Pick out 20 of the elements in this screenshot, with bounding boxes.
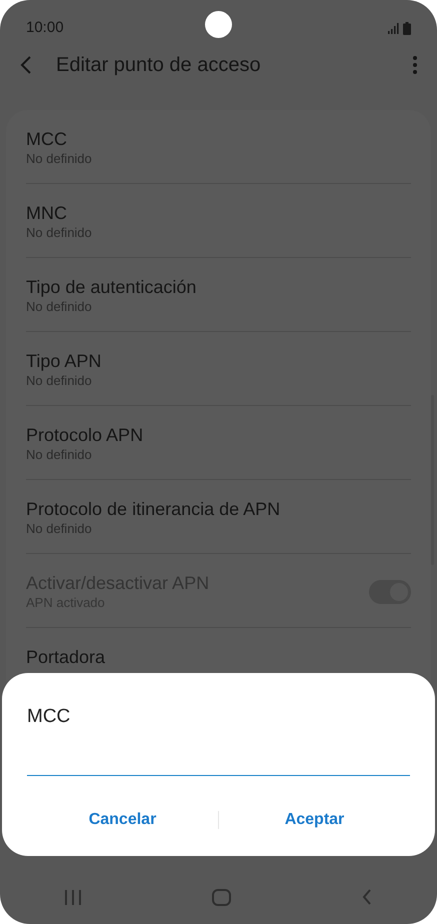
battery-icon: [403, 22, 411, 34]
screen-title: Editar punto de acceso: [56, 53, 261, 78]
home-icon[interactable]: [212, 888, 231, 906]
setting-title: Protocolo de itinerancia de APN: [26, 498, 282, 520]
dialog-title: MCC: [27, 705, 72, 729]
camera-cutout: [205, 11, 232, 38]
more-options-icon[interactable]: [413, 56, 417, 74]
back-icon[interactable]: [362, 889, 372, 905]
setting-title: Protocolo APN: [26, 424, 144, 446]
dialog-button[interactable]: Aceptar: [219, 800, 410, 840]
setting-title: Portadora: [26, 646, 106, 668]
recent-apps-icon[interactable]: [65, 890, 82, 904]
setting-title: MNC: [26, 202, 68, 224]
setting-title: Tipo APN: [26, 350, 102, 372]
dialog-button[interactable]: Cancelar: [27, 800, 218, 840]
status-time: 10:00: [26, 18, 64, 38]
back-icon[interactable]: [20, 55, 32, 75]
setting-title: Tipo de autenticación: [26, 276, 198, 298]
signal-icon: [388, 22, 399, 34]
setting-title: MCC: [26, 128, 68, 150]
